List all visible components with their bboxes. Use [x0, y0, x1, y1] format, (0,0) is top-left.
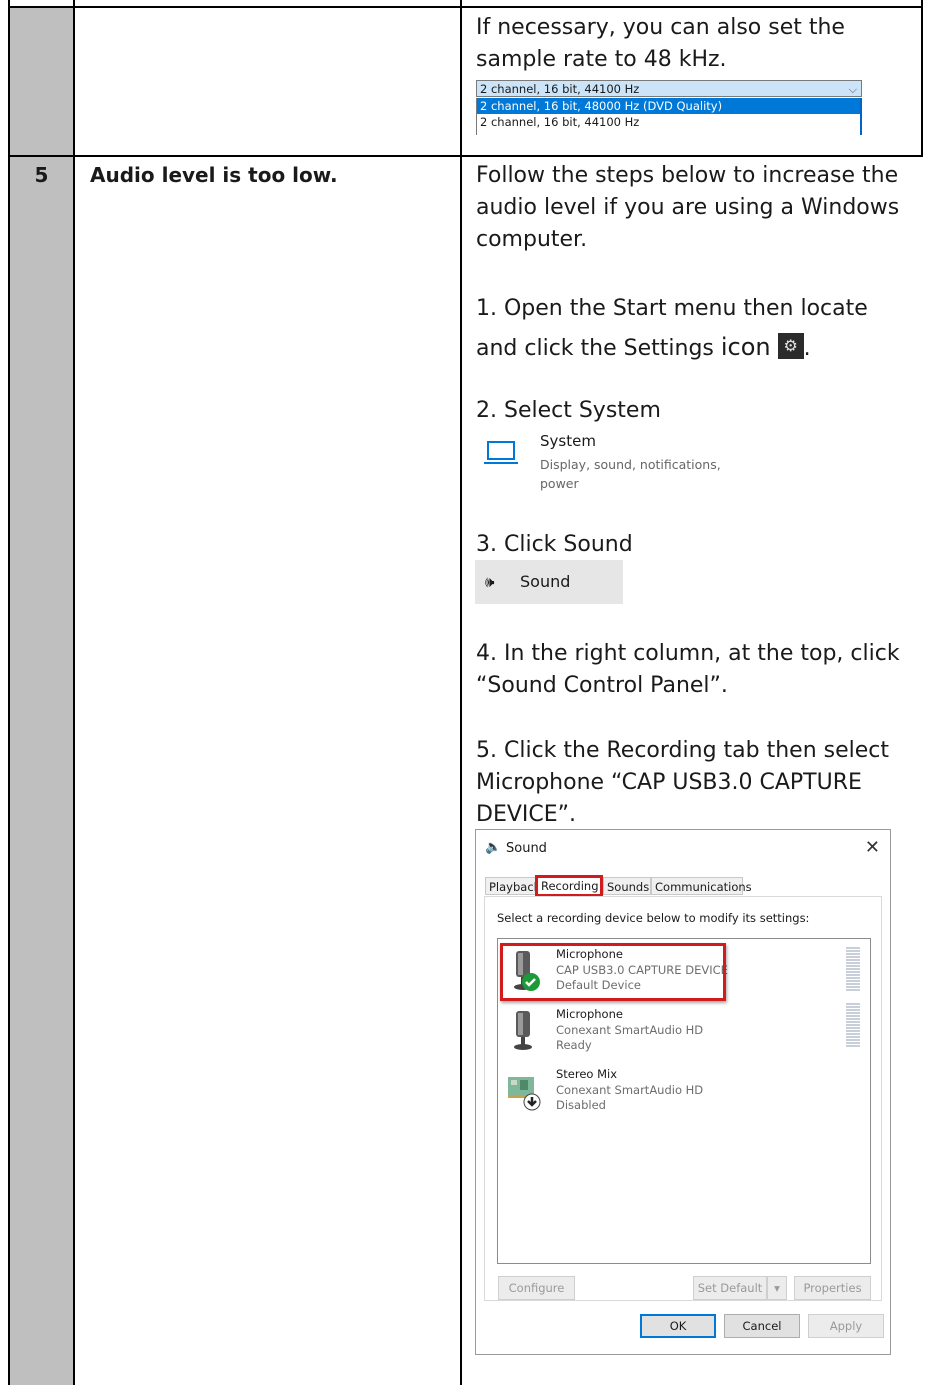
device-name: Stereo Mix	[556, 1067, 618, 1081]
table-border-col2	[460, 0, 462, 1385]
properties-button[interactable]: Properties	[794, 1276, 871, 1300]
table-row-divider	[8, 155, 923, 157]
row-number: 5	[34, 163, 49, 187]
sample-rate-dropdown[interactable]: 2 channel, 16 bit, 44100 Hz ⌵ 2 channel,…	[476, 80, 862, 135]
step-5: 5. Click the Recording tab then select M…	[476, 738, 889, 827]
set-default-button[interactable]: Set Default	[693, 1276, 767, 1300]
cancel-button[interactable]: Cancel	[724, 1314, 800, 1338]
configure-button[interactable]: Configure	[498, 1276, 575, 1300]
close-icon[interactable]: ✕	[865, 837, 880, 858]
panel-caption: Select a recording device below to modif…	[497, 911, 810, 925]
intro-text: Follow the steps below to increase the a…	[476, 163, 900, 252]
device-item-conexant-mic[interactable]: Microphone Conexant SmartAudio HD Ready	[498, 1001, 870, 1059]
recording-panel: Select a recording device below to modif…	[484, 896, 882, 1301]
dropdown-option[interactable]: 2 channel, 16 bit, 44100 Hz	[477, 114, 860, 130]
dropdown-selected-value[interactable]: 2 channel, 16 bit, 44100 Hz ⌵	[476, 80, 862, 97]
sound-app-icon: 🔈	[485, 840, 502, 855]
dropdown-selected-text: 2 channel, 16 bit, 44100 Hz	[480, 82, 640, 96]
microphone-icon	[514, 1011, 532, 1050]
sound-card-icon	[508, 1077, 541, 1111]
system-tile-title: System	[540, 432, 596, 450]
sound-dialog: 🔈 Sound ✕ Playback Recording Sounds Comm…	[475, 829, 891, 1355]
step-1: 1. Open the Start menu then locate and c…	[476, 290, 916, 368]
level-meter	[846, 1003, 860, 1047]
device-item-stereo-mix[interactable]: Stereo Mix Conexant SmartAudio HD Disabl…	[498, 1061, 870, 1119]
step-4: 4. In the right column, at the top, clic…	[476, 641, 900, 698]
tab-playback[interactable]: Playback	[485, 877, 540, 895]
ok-button[interactable]: OK	[640, 1314, 716, 1338]
system-tile-subtitle: Display, sound, notifications, power	[540, 457, 721, 491]
table-border-right	[921, 0, 923, 156]
step-2: 2. Select System	[476, 398, 661, 423]
tab-sounds[interactable]: Sounds	[603, 877, 651, 895]
device-item-cap-usb[interactable]: Microphone CAP USB3.0 CAPTURE DEVICE Def…	[498, 941, 870, 1001]
selection-highlight	[500, 943, 726, 1001]
table-border-left	[8, 0, 10, 1385]
level-meter	[846, 947, 860, 991]
settings-gear-icon: ⚙	[777, 333, 804, 359]
sound-button-label: Sound	[520, 572, 571, 591]
device-description: Conexant SmartAudio HD	[556, 1023, 704, 1037]
tab-recording[interactable]: Recording	[535, 875, 603, 897]
step-1-icon-word: icon	[720, 333, 771, 361]
step-3: 3. Click Sound	[476, 532, 633, 557]
set-default-dropdown[interactable]: ▾	[767, 1276, 787, 1300]
device-name: Microphone	[556, 1007, 623, 1021]
dropdown-option[interactable]: 2 channel, 16 bit, 48000 Hz (DVD Quality…	[477, 98, 860, 114]
device-list[interactable]: Microphone CAP USB3.0 CAPTURE DEVICE Def…	[497, 938, 871, 1264]
table-border-col1	[73, 0, 75, 1385]
chevron-down-icon[interactable]: ⌵	[849, 81, 857, 98]
table-border-top	[8, 6, 923, 8]
chevron-down-icon: ▾	[774, 1281, 780, 1295]
step-1-period: .	[803, 336, 811, 361]
number-column	[9, 7, 74, 1385]
dropdown-options: 2 channel, 16 bit, 48000 Hz (DVD Quality…	[476, 98, 862, 135]
system-tile[interactable]: System Display, sound, notifications, po…	[484, 432, 734, 496]
sound-button[interactable]: 🕪 Sound	[475, 560, 623, 604]
issue-title: Audio level is too low.	[90, 163, 338, 187]
device-state: Ready	[556, 1038, 592, 1052]
speaker-icon: 🕪	[485, 573, 495, 591]
device-state: Disabled	[556, 1098, 606, 1112]
apply-button[interactable]: Apply	[808, 1314, 884, 1338]
device-description: Conexant SmartAudio HD	[556, 1083, 704, 1097]
sample-rate-note: If necessary, you can also set the sampl…	[476, 15, 845, 72]
dialog-title: Sound	[506, 841, 547, 856]
tab-communications[interactable]: Communications	[651, 877, 752, 895]
laptop-icon	[484, 441, 518, 464]
